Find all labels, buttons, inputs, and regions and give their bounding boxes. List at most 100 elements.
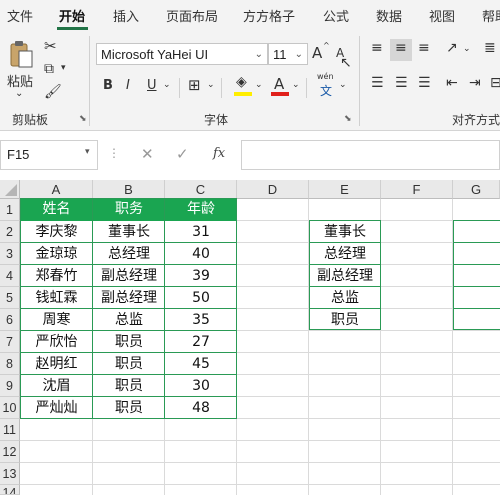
name-box[interactable]: F15 ▾ xyxy=(0,140,98,170)
table-cell[interactable]: 31 xyxy=(165,221,237,243)
clipboard-launcher-icon[interactable]: ⬊ xyxy=(79,114,87,124)
tab-page-layout[interactable]: 页面布局 xyxy=(166,6,218,25)
font-color-button[interactable]: A xyxy=(274,75,284,93)
row-header-7[interactable]: 7 xyxy=(0,331,20,353)
row-header-3[interactable]: 3 xyxy=(0,243,20,265)
table-header-name[interactable]: 姓名 xyxy=(20,198,93,221)
insert-function-button[interactable]: fx xyxy=(213,146,225,161)
table-cell[interactable]: 董事长 xyxy=(93,221,165,243)
table-header-title[interactable]: 职务 xyxy=(93,198,165,221)
column-header-e[interactable]: E xyxy=(309,180,381,199)
table-cell[interactable]: 总监 xyxy=(93,309,165,331)
align-top-icon[interactable]: ≡ xyxy=(371,40,383,56)
table-cell[interactable]: 30 xyxy=(165,375,237,397)
row-header-6[interactable]: 6 xyxy=(0,309,20,331)
tab-data[interactable]: 数据 xyxy=(376,6,402,25)
increase-font-size-button[interactable]: A xyxy=(312,44,322,62)
column-header-b[interactable]: B xyxy=(93,180,165,199)
column-header-d[interactable]: D xyxy=(237,180,309,199)
table-cell[interactable]: 职员 xyxy=(93,375,165,397)
tab-formulas[interactable]: 公式 xyxy=(323,6,349,25)
table-cell[interactable]: 郑春竹 xyxy=(20,265,93,287)
table-cell[interactable]: 职员 xyxy=(93,397,165,419)
align-bottom-icon[interactable]: ≡ xyxy=(418,40,430,56)
tab-view[interactable]: 视图 xyxy=(429,6,455,25)
paste-dropdown-icon[interactable]: ⌄ xyxy=(15,88,23,99)
table-cell[interactable]: 50 xyxy=(165,287,237,309)
merge-center-icon[interactable]: ⊟ xyxy=(490,75,500,91)
copy-dropdown-icon[interactable]: ▾ xyxy=(61,63,66,73)
row-header-1[interactable]: 1 xyxy=(0,199,20,221)
table-cell[interactable]: 27 xyxy=(165,331,237,353)
align-center-icon[interactable]: ☰ xyxy=(395,75,408,91)
row-header-12[interactable]: 12 xyxy=(0,441,20,463)
table-cell[interactable]: 40 xyxy=(165,243,237,265)
chevron-down-icon[interactable]: ⌄ xyxy=(163,80,171,90)
chevron-down-icon[interactable]: ⌄ xyxy=(255,80,263,90)
borders-icon[interactable]: ⊞ xyxy=(188,76,201,94)
row-header-8[interactable]: 8 xyxy=(0,353,20,375)
table-cell[interactable]: 总经理 xyxy=(93,243,165,265)
column-header-c[interactable]: C xyxy=(165,180,237,199)
column-header-a[interactable]: A xyxy=(20,180,93,199)
table-cell[interactable]: 职员 xyxy=(93,331,165,353)
row-header-2[interactable]: 2 xyxy=(0,221,20,243)
list-item[interactable]: 副总经理 xyxy=(309,265,381,287)
column-header-f[interactable]: F xyxy=(381,180,453,199)
list-item[interactable]: 职员 xyxy=(309,309,381,331)
table-cell[interactable]: 副总经理 xyxy=(93,287,165,309)
list-item[interactable]: 总监 xyxy=(309,287,381,309)
tab-help[interactable]: 帮助 xyxy=(482,6,500,25)
align-right-icon[interactable]: ☰ xyxy=(418,75,431,91)
enter-check-icon[interactable]: ✓ xyxy=(176,145,189,163)
table-header-age[interactable]: 年龄 xyxy=(165,198,237,221)
table-cell[interactable]: 钱虹霖 xyxy=(20,287,93,309)
chevron-down-icon[interactable]: ⌄ xyxy=(463,44,471,54)
paste-icon[interactable] xyxy=(8,40,34,70)
align-middle-icon[interactable]: ≡ xyxy=(395,40,407,56)
copy-icon[interactable]: ⧉ xyxy=(44,61,54,77)
table-cell[interactable]: 周寒 xyxy=(20,309,93,331)
chevron-down-icon[interactable]: ⌄ xyxy=(292,80,300,90)
chevron-down-icon[interactable]: ⌄ xyxy=(207,80,215,90)
table-cell[interactable]: 48 xyxy=(165,397,237,419)
font-size-dropdown[interactable]: 11 ⌄ xyxy=(268,43,308,65)
row-header-14[interactable]: 14 xyxy=(0,485,20,495)
table-cell[interactable]: 39 xyxy=(165,265,237,287)
decrease-indent-icon[interactable]: ⇤ xyxy=(446,75,458,91)
select-all-corner[interactable] xyxy=(0,180,20,199)
font-name-dropdown[interactable]: Microsoft YaHei UI ⌄ xyxy=(96,43,268,65)
font-launcher-icon[interactable]: ⬊ xyxy=(344,114,352,124)
table-cell[interactable]: 严欣怡 xyxy=(20,331,93,353)
cut-icon[interactable]: ✂ xyxy=(44,37,57,55)
table-cell[interactable]: 金琼琼 xyxy=(20,243,93,265)
column-header-g[interactable]: G xyxy=(453,180,500,199)
row-header-11[interactable]: 11 xyxy=(0,419,20,441)
increase-indent-icon[interactable]: ⇥ xyxy=(469,75,481,91)
table-cell[interactable]: 沈眉 xyxy=(20,375,93,397)
wrap-text-icon[interactable]: ≣ xyxy=(484,40,496,56)
row-header-5[interactable]: 5 xyxy=(0,287,20,309)
list-item[interactable]: 总经理 xyxy=(309,243,381,265)
table-cell[interactable]: 赵明红 xyxy=(20,353,93,375)
list-item[interactable]: 董事长 xyxy=(309,221,381,243)
tab-home[interactable]: 开始 xyxy=(59,6,85,25)
phonetic-guide-button[interactable]: 文 xyxy=(320,82,332,99)
row-header-4[interactable]: 4 xyxy=(0,265,20,287)
formula-input[interactable] xyxy=(241,140,500,170)
table-cell[interactable]: 职员 xyxy=(93,353,165,375)
cancel-icon[interactable]: ✕ xyxy=(141,145,154,163)
italic-button[interactable]: I xyxy=(126,78,130,93)
bold-button[interactable]: B xyxy=(103,78,113,93)
tab-file[interactable]: 文件 xyxy=(7,6,33,25)
table-cell[interactable]: 45 xyxy=(165,353,237,375)
tab-fangfang[interactable]: 方方格子 xyxy=(243,6,295,25)
table-cell[interactable]: 副总经理 xyxy=(93,265,165,287)
orientation-icon[interactable]: ↗ xyxy=(446,40,458,56)
row-header-10[interactable]: 10 xyxy=(0,397,20,419)
underline-button[interactable]: U xyxy=(147,78,157,93)
fill-color-icon[interactable]: ◈ xyxy=(236,74,247,90)
chevron-down-icon[interactable]: ▾ xyxy=(85,147,90,157)
row-header-9[interactable]: 9 xyxy=(0,375,20,397)
chevron-down-icon[interactable]: ⌄ xyxy=(339,80,347,90)
